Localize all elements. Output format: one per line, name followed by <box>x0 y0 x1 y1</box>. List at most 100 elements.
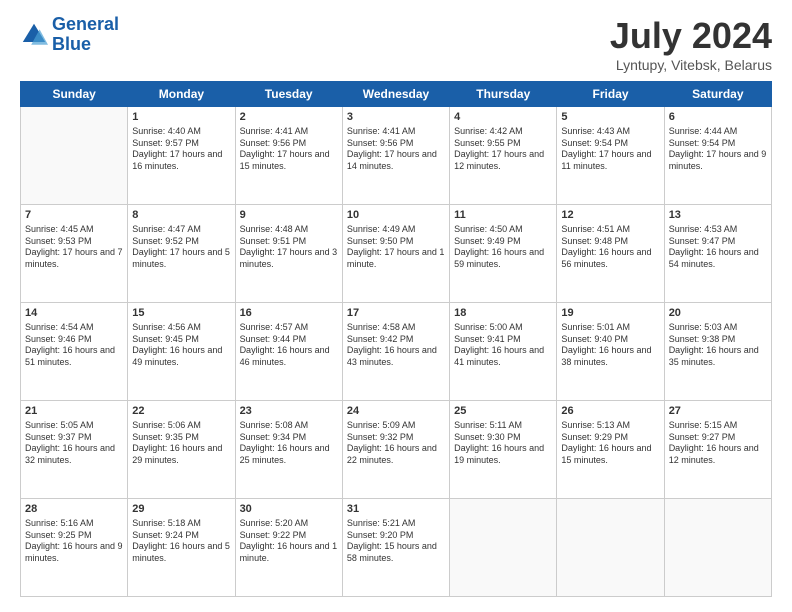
calendar-cell: 31Sunrise: 5:21 AMSunset: 9:20 PMDayligh… <box>342 499 449 597</box>
calendar-cell: 14Sunrise: 4:54 AMSunset: 9:46 PMDayligh… <box>21 303 128 401</box>
day-number: 1 <box>132 110 230 125</box>
day-header-tuesday: Tuesday <box>235 82 342 107</box>
day-header-friday: Friday <box>557 82 664 107</box>
day-info: Sunrise: 4:50 AMSunset: 9:49 PMDaylight:… <box>454 224 552 271</box>
week-row-2: 14Sunrise: 4:54 AMSunset: 9:46 PMDayligh… <box>21 303 772 401</box>
day-number: 5 <box>561 110 659 125</box>
day-info: Sunrise: 4:49 AMSunset: 9:50 PMDaylight:… <box>347 224 445 271</box>
day-info: Sunrise: 4:44 AMSunset: 9:54 PMDaylight:… <box>669 126 767 173</box>
calendar-cell: 6Sunrise: 4:44 AMSunset: 9:54 PMDaylight… <box>664 107 771 205</box>
day-info: Sunrise: 5:15 AMSunset: 9:27 PMDaylight:… <box>669 420 767 467</box>
logo-line1: General <box>52 14 119 34</box>
day-info: Sunrise: 5:20 AMSunset: 9:22 PMDaylight:… <box>240 518 338 565</box>
logo: General Blue <box>20 15 119 55</box>
day-info: Sunrise: 5:01 AMSunset: 9:40 PMDaylight:… <box>561 322 659 369</box>
day-number: 24 <box>347 404 445 419</box>
day-number: 13 <box>669 208 767 223</box>
day-header-wednesday: Wednesday <box>342 82 449 107</box>
day-info: Sunrise: 5:13 AMSunset: 9:29 PMDaylight:… <box>561 420 659 467</box>
day-number: 18 <box>454 306 552 321</box>
day-number: 16 <box>240 306 338 321</box>
day-number: 2 <box>240 110 338 125</box>
calendar-cell: 15Sunrise: 4:56 AMSunset: 9:45 PMDayligh… <box>128 303 235 401</box>
day-info: Sunrise: 4:41 AMSunset: 9:56 PMDaylight:… <box>347 126 445 173</box>
day-info: Sunrise: 5:08 AMSunset: 9:34 PMDaylight:… <box>240 420 338 467</box>
week-row-4: 28Sunrise: 5:16 AMSunset: 9:25 PMDayligh… <box>21 499 772 597</box>
calendar-cell: 19Sunrise: 5:01 AMSunset: 9:40 PMDayligh… <box>557 303 664 401</box>
day-number: 31 <box>347 502 445 517</box>
calendar-cell <box>450 499 557 597</box>
calendar-cell: 17Sunrise: 4:58 AMSunset: 9:42 PMDayligh… <box>342 303 449 401</box>
calendar-cell: 18Sunrise: 5:00 AMSunset: 9:41 PMDayligh… <box>450 303 557 401</box>
day-number: 3 <box>347 110 445 125</box>
day-header-thursday: Thursday <box>450 82 557 107</box>
calendar-cell: 29Sunrise: 5:18 AMSunset: 9:24 PMDayligh… <box>128 499 235 597</box>
day-info: Sunrise: 4:57 AMSunset: 9:44 PMDaylight:… <box>240 322 338 369</box>
day-info: Sunrise: 4:53 AMSunset: 9:47 PMDaylight:… <box>669 224 767 271</box>
day-number: 15 <box>132 306 230 321</box>
header: General Blue July 2024 Lyntupy, Vitebsk,… <box>20 15 772 73</box>
calendar-cell <box>21 107 128 205</box>
day-info: Sunrise: 5:03 AMSunset: 9:38 PMDaylight:… <box>669 322 767 369</box>
day-number: 27 <box>669 404 767 419</box>
day-number: 4 <box>454 110 552 125</box>
day-number: 22 <box>132 404 230 419</box>
calendar-cell: 10Sunrise: 4:49 AMSunset: 9:50 PMDayligh… <box>342 205 449 303</box>
day-info: Sunrise: 4:43 AMSunset: 9:54 PMDaylight:… <box>561 126 659 173</box>
day-info: Sunrise: 5:21 AMSunset: 9:20 PMDaylight:… <box>347 518 445 565</box>
day-info: Sunrise: 5:11 AMSunset: 9:30 PMDaylight:… <box>454 420 552 467</box>
calendar-cell: 23Sunrise: 5:08 AMSunset: 9:34 PMDayligh… <box>235 401 342 499</box>
day-number: 25 <box>454 404 552 419</box>
day-info: Sunrise: 5:05 AMSunset: 9:37 PMDaylight:… <box>25 420 123 467</box>
day-info: Sunrise: 4:45 AMSunset: 9:53 PMDaylight:… <box>25 224 123 271</box>
logo-text: General Blue <box>52 15 119 55</box>
week-row-0: 1Sunrise: 4:40 AMSunset: 9:57 PMDaylight… <box>21 107 772 205</box>
day-number: 12 <box>561 208 659 223</box>
page: General Blue July 2024 Lyntupy, Vitebsk,… <box>0 0 792 612</box>
calendar-cell: 11Sunrise: 4:50 AMSunset: 9:49 PMDayligh… <box>450 205 557 303</box>
day-number: 21 <box>25 404 123 419</box>
day-number: 10 <box>347 208 445 223</box>
day-number: 28 <box>25 502 123 517</box>
day-header-monday: Monday <box>128 82 235 107</box>
day-info: Sunrise: 4:56 AMSunset: 9:45 PMDaylight:… <box>132 322 230 369</box>
calendar-cell <box>557 499 664 597</box>
calendar-cell: 24Sunrise: 5:09 AMSunset: 9:32 PMDayligh… <box>342 401 449 499</box>
day-info: Sunrise: 4:40 AMSunset: 9:57 PMDaylight:… <box>132 126 230 173</box>
day-number: 9 <box>240 208 338 223</box>
day-number: 6 <box>669 110 767 125</box>
day-info: Sunrise: 5:06 AMSunset: 9:35 PMDaylight:… <box>132 420 230 467</box>
calendar-cell: 2Sunrise: 4:41 AMSunset: 9:56 PMDaylight… <box>235 107 342 205</box>
day-info: Sunrise: 4:47 AMSunset: 9:52 PMDaylight:… <box>132 224 230 271</box>
calendar-cell: 26Sunrise: 5:13 AMSunset: 9:29 PMDayligh… <box>557 401 664 499</box>
calendar-cell: 3Sunrise: 4:41 AMSunset: 9:56 PMDaylight… <box>342 107 449 205</box>
day-info: Sunrise: 5:16 AMSunset: 9:25 PMDaylight:… <box>25 518 123 565</box>
calendar-cell: 20Sunrise: 5:03 AMSunset: 9:38 PMDayligh… <box>664 303 771 401</box>
day-info: Sunrise: 4:51 AMSunset: 9:48 PMDaylight:… <box>561 224 659 271</box>
calendar-cell: 9Sunrise: 4:48 AMSunset: 9:51 PMDaylight… <box>235 205 342 303</box>
day-number: 8 <box>132 208 230 223</box>
day-info: Sunrise: 4:58 AMSunset: 9:42 PMDaylight:… <box>347 322 445 369</box>
calendar-cell: 8Sunrise: 4:47 AMSunset: 9:52 PMDaylight… <box>128 205 235 303</box>
calendar-cell: 5Sunrise: 4:43 AMSunset: 9:54 PMDaylight… <box>557 107 664 205</box>
calendar-table: SundayMondayTuesdayWednesdayThursdayFrid… <box>20 81 772 597</box>
logo-line2: Blue <box>52 34 91 54</box>
calendar-header-row: SundayMondayTuesdayWednesdayThursdayFrid… <box>21 82 772 107</box>
day-info: Sunrise: 4:48 AMSunset: 9:51 PMDaylight:… <box>240 224 338 271</box>
day-info: Sunrise: 4:42 AMSunset: 9:55 PMDaylight:… <box>454 126 552 173</box>
day-number: 26 <box>561 404 659 419</box>
day-header-sunday: Sunday <box>21 82 128 107</box>
day-number: 11 <box>454 208 552 223</box>
calendar-cell: 12Sunrise: 4:51 AMSunset: 9:48 PMDayligh… <box>557 205 664 303</box>
calendar-cell: 30Sunrise: 5:20 AMSunset: 9:22 PMDayligh… <box>235 499 342 597</box>
day-number: 17 <box>347 306 445 321</box>
calendar-cell: 25Sunrise: 5:11 AMSunset: 9:30 PMDayligh… <box>450 401 557 499</box>
week-row-3: 21Sunrise: 5:05 AMSunset: 9:37 PMDayligh… <box>21 401 772 499</box>
calendar-cell: 13Sunrise: 4:53 AMSunset: 9:47 PMDayligh… <box>664 205 771 303</box>
location: Lyntupy, Vitebsk, Belarus <box>610 57 772 73</box>
day-info: Sunrise: 5:18 AMSunset: 9:24 PMDaylight:… <box>132 518 230 565</box>
day-number: 14 <box>25 306 123 321</box>
day-info: Sunrise: 5:09 AMSunset: 9:32 PMDaylight:… <box>347 420 445 467</box>
day-number: 20 <box>669 306 767 321</box>
calendar-cell: 21Sunrise: 5:05 AMSunset: 9:37 PMDayligh… <box>21 401 128 499</box>
